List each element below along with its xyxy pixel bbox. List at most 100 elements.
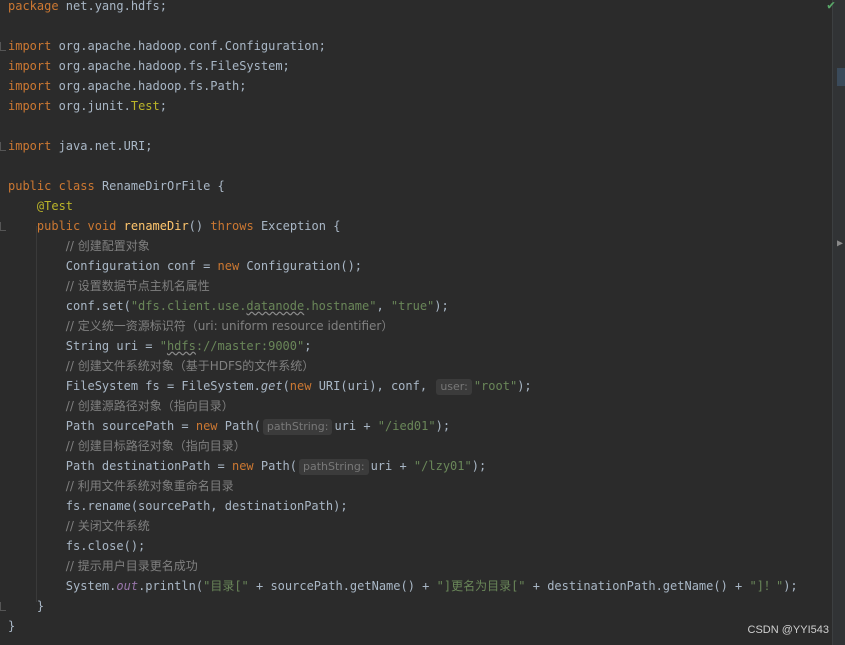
- fold-marker[interactable]: [0, 602, 6, 611]
- param-hint: pathString:: [262, 419, 333, 435]
- method-parens: (): [188, 219, 211, 233]
- string-literal: ://master:9000": [195, 339, 305, 353]
- code-line[interactable]: fs.close();: [8, 536, 145, 556]
- param-hint: user:: [436, 379, 472, 395]
- comment: // 创建目标路径对象（指向目录）: [65, 439, 246, 453]
- import-path: org.junit.: [51, 99, 131, 113]
- string-literal: "true": [390, 299, 435, 313]
- code-line[interactable]: public class RenameDirOrFile {: [8, 176, 225, 196]
- keyword: new: [289, 379, 312, 393]
- statement: Path sourcePath =: [65, 419, 196, 433]
- class-name: RenameDirOrFile {: [94, 179, 225, 193]
- comment: // 创建源路径对象（指向目录）: [65, 399, 234, 413]
- statement: conf.set(: [65, 299, 131, 313]
- keyword: new: [195, 419, 218, 433]
- exception: Exception {: [253, 219, 341, 233]
- comment: // 创建配置对象: [65, 239, 150, 253]
- code-line[interactable]: Path destinationPath = new Path(pathStri…: [8, 456, 486, 476]
- code-line[interactable]: }: [8, 596, 44, 616]
- string-literal: datanode: [246, 299, 305, 313]
- code-line[interactable]: }: [8, 616, 15, 636]
- static-method: get: [260, 379, 283, 393]
- punct: (: [282, 379, 290, 393]
- code-line[interactable]: // 创建文件系统对象（基于HDFS的文件系统）: [8, 356, 314, 376]
- code-line[interactable]: @Test: [8, 196, 73, 216]
- keyword: import: [8, 59, 52, 73]
- comment: // 设置数据节点主机名属性: [65, 279, 210, 293]
- brace: }: [36, 599, 45, 613]
- code-line[interactable]: FileSystem fs = FileSystem.get(new URI(u…: [8, 376, 532, 396]
- code-line[interactable]: public void renameDir() throws Exception…: [8, 216, 341, 236]
- code-line[interactable]: import org.junit.Test;: [8, 96, 167, 116]
- semicolon: ;: [159, 99, 167, 113]
- punct: );: [435, 419, 451, 433]
- code-line[interactable]: import java.net.URI;: [8, 136, 153, 156]
- code-line[interactable]: String uri = "hdfs://master:9000";: [8, 336, 312, 356]
- code-line[interactable]: import org.apache.hadoop.conf.Configurat…: [8, 36, 326, 56]
- punct: );: [783, 579, 798, 593]
- keyword: void: [87, 219, 117, 233]
- package-name: net.yang.hdfs;: [58, 0, 167, 13]
- keyword: import: [8, 39, 52, 53]
- code-line[interactable]: fs.rename(sourcePath, destinationPath);: [8, 496, 348, 516]
- arrow-right-icon[interactable]: ▶: [837, 238, 843, 249]
- keyword: new: [231, 459, 254, 473]
- comment: // 创建文件系统对象（基于HDFS的文件系统）: [65, 359, 315, 373]
- string-literal: "]！": [749, 579, 784, 593]
- code-line[interactable]: // 定义统一资源标识符（uri: uniform resource ident…: [8, 316, 394, 336]
- keyword: public: [8, 179, 52, 193]
- code-line[interactable]: System.out.println("目录[" + sourcePath.ge…: [8, 576, 798, 596]
- code-line[interactable]: import org.apache.hadoop.fs.Path;: [8, 76, 246, 96]
- keyword: new: [217, 259, 240, 273]
- code-line[interactable]: package net.yang.hdfs;: [8, 0, 167, 16]
- scrollbar[interactable]: [832, 0, 845, 645]
- string-literal: hdfs: [166, 339, 196, 353]
- string-literal: "dfs.client.use.: [130, 299, 247, 313]
- fold-marker[interactable]: [0, 142, 6, 151]
- punct: );: [517, 379, 532, 393]
- string-literal: "root": [473, 379, 518, 393]
- import-path: org.apache.hadoop.fs.Path;: [51, 79, 247, 93]
- comment: // 利用文件系统对象重命名目录: [65, 479, 234, 493]
- code-line[interactable]: Configuration conf = new Configuration()…: [8, 256, 362, 276]
- string-literal: "]更名为目录[": [436, 579, 526, 593]
- punct: );: [434, 299, 449, 313]
- keyword: class: [58, 179, 95, 193]
- code-line[interactable]: // 创建配置对象: [8, 236, 150, 256]
- import-path: org.apache.hadoop.conf.Configuration;: [51, 39, 326, 53]
- code-line[interactable]: // 利用文件系统对象重命名目录: [8, 476, 234, 496]
- code-line[interactable]: // 创建目标路径对象（指向目录）: [8, 436, 246, 456]
- import-path: java.net.URI;: [51, 139, 153, 153]
- code-editor[interactable]: package net.yang.hdfs; import org.apache…: [0, 0, 833, 645]
- code-line[interactable]: // 设置数据节点主机名属性: [8, 276, 210, 296]
- param-hint: pathString:: [299, 459, 369, 475]
- code-line[interactable]: conf.set("dfs.client.use.datanode.hostna…: [8, 296, 449, 316]
- fold-marker[interactable]: [0, 222, 6, 231]
- statement: uri +: [370, 459, 414, 473]
- import-test: Test: [130, 99, 160, 113]
- keyword: import: [8, 99, 52, 113]
- statement: fs.close();: [65, 539, 146, 553]
- statement: URI(uri), conf,: [311, 379, 435, 393]
- punct: ;: [304, 339, 312, 353]
- code-line[interactable]: // 提示用户目录更名成功: [8, 556, 198, 576]
- watermark: CSDN @YYI543: [747, 624, 829, 636]
- code-line[interactable]: // 创建源路径对象（指向目录）: [8, 396, 234, 416]
- code-line[interactable]: Path sourcePath = new Path(pathString: ur…: [8, 416, 450, 436]
- statement: + destinationPath.getName() +: [525, 579, 750, 593]
- string-literal: "目录[": [203, 579, 249, 593]
- code-line[interactable]: // 关闭文件系统: [8, 516, 150, 536]
- punct: ,: [376, 299, 391, 313]
- comment: // 定义统一资源标识符（uri: uniform resource ident…: [65, 319, 394, 333]
- statement: uri +: [334, 419, 378, 433]
- fold-marker[interactable]: [0, 42, 6, 51]
- statement: + sourcePath.getName() +: [248, 579, 437, 593]
- statement: .println(: [138, 579, 204, 593]
- keyword: package: [8, 0, 59, 13]
- punct: );: [471, 459, 487, 473]
- import-path: org.apache.hadoop.fs.FileSystem;: [51, 59, 290, 73]
- code-line[interactable]: import org.apache.hadoop.fs.FileSystem;: [8, 56, 290, 76]
- comment: // 提示用户目录更名成功: [65, 559, 198, 573]
- scroll-marker[interactable]: [837, 68, 845, 86]
- keyword: import: [8, 139, 52, 153]
